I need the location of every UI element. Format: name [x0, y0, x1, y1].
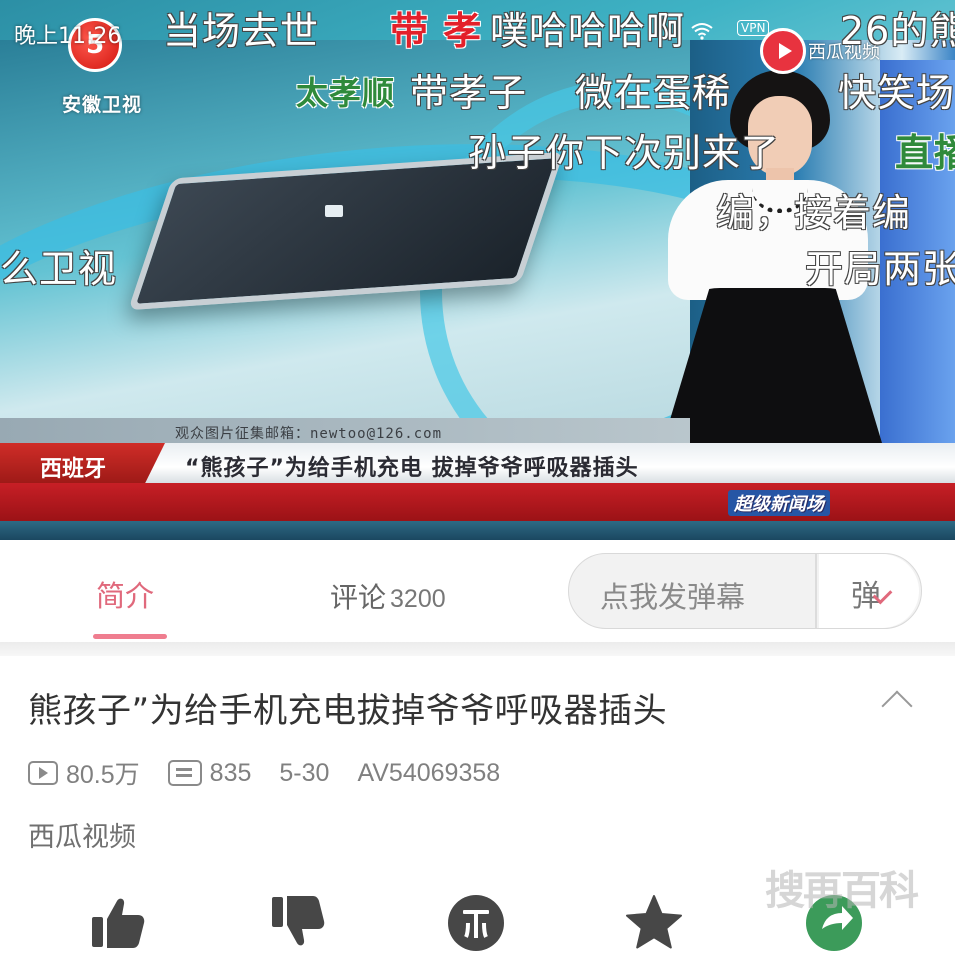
- danmaku-comment: 噗哈哈哈啊: [490, 9, 686, 53]
- danmaku-comment: 带 孝: [390, 9, 483, 53]
- danmaku-count-icon: [167, 760, 202, 786]
- active-tab-indicator: [93, 634, 167, 639]
- video-source[interactable]: 西瓜视频: [28, 815, 136, 854]
- danmaku-input-placeholder: 点我发弹幕: [600, 580, 746, 614]
- upload-date: 5-30: [279, 758, 330, 787]
- video-bottom-strip: [0, 521, 955, 540]
- danmaku-count: 835: [167, 758, 252, 788]
- danmaku-toggle-button[interactable]: 弹: [819, 554, 919, 628]
- wifi-icon: [691, 23, 713, 40]
- danmaku-comment: 直播: [895, 131, 955, 175]
- danmaku-comment: 当场去世: [163, 9, 320, 53]
- danmaku-comment: 带孝子: [410, 71, 528, 115]
- section-divider: [0, 642, 955, 656]
- danmaku-comment: 开局两张: [805, 247, 955, 291]
- channel-logo-name: 安徽卫视: [61, 94, 142, 116]
- danmaku-comment: 编，接着编: [716, 191, 912, 235]
- video-player[interactable]: 观众图片征集邮箱：newtoo@126.com 西班牙 “熊孩子”为给手机充电 …: [0, 0, 955, 540]
- tablet-logo: [325, 205, 343, 217]
- chevron-up-icon[interactable]: [881, 690, 913, 722]
- news-location-tag: 西班牙: [0, 443, 165, 483]
- danmaku-comment: 孙子你下次别来了: [468, 131, 781, 175]
- vpn-badge: VPN: [737, 20, 770, 36]
- thumbs-down-icon[interactable]: [268, 893, 328, 953]
- danmaku-comment: 快笑场: [838, 71, 955, 115]
- danmaku-comment: 26的熊: [840, 9, 955, 53]
- email-caption: 观众图片征集邮箱：newtoo@126.com: [175, 426, 443, 442]
- status-time: 晚上11:26: [14, 24, 122, 49]
- tab-intro[interactable]: 简介: [96, 573, 154, 615]
- play-count-icon: [28, 761, 58, 785]
- danmaku-input-divider: [815, 554, 817, 628]
- view-count: 80.5万: [28, 755, 140, 791]
- overlay-watermark: 搜再百科: [765, 868, 919, 914]
- danmaku-comment: 太孝顺: [296, 74, 396, 112]
- danmaku-comment: 微在蛋稀: [575, 71, 732, 115]
- comments-count: 3200: [390, 585, 446, 613]
- video-meta: 80.5万 835 5-30 AV54069358: [28, 756, 528, 790]
- danmaku-count-value: 835: [209, 758, 252, 787]
- star-icon[interactable]: [624, 893, 684, 953]
- tab-comments-label: 评论: [330, 581, 387, 614]
- news-location-label: 西班牙: [40, 457, 107, 482]
- danmaku-input[interactable]: 点我发弹幕 弹: [568, 553, 922, 629]
- video-title: 熊孩子”为给手机充电拔掉爷爷呼吸器插头: [28, 691, 668, 731]
- view-count-value: 80.5万: [66, 761, 140, 789]
- thumbs-up-icon[interactable]: [88, 893, 148, 953]
- danmaku-comment: 么卫视: [0, 247, 118, 291]
- av-id: AV54069358: [357, 758, 501, 787]
- program-logo: 超级新闻场: [728, 490, 830, 516]
- tab-comments[interactable]: 评论 3200: [330, 576, 446, 616]
- coin-icon[interactable]: [446, 893, 506, 953]
- news-headline: “熊孩子”为给手机充电 拔掉爷爷呼吸器插头: [185, 456, 639, 481]
- xigua-logo-icon: [760, 28, 806, 74]
